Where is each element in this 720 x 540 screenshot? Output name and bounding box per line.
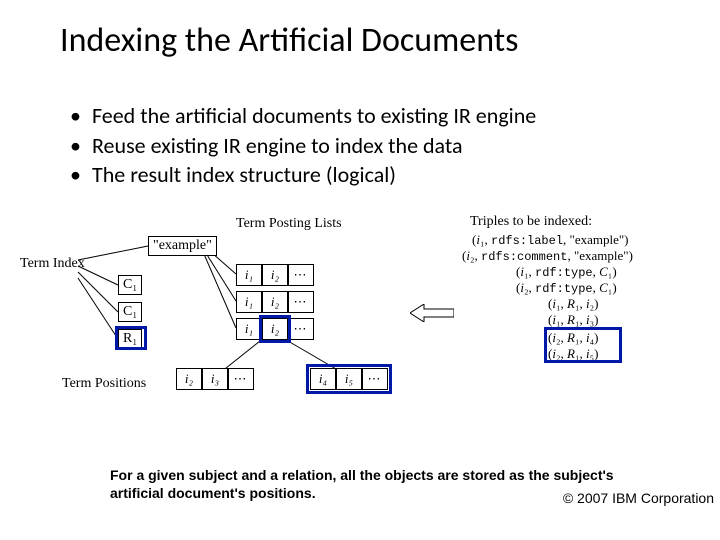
posting-lists-label: Term Posting Lists [236,216,342,232]
bullet-item: Reuse existing IR engine to index the da… [70,131,680,161]
posting-cell: ⋯ [288,291,314,313]
copyright-text: © 2007 IBM Corporation [563,490,714,506]
triple: (i₂, rdf:type, C₁) [516,280,617,296]
triple: (i₁, R₁, i₂) [548,296,599,312]
triple: (i₂, R₁, i₅) [548,346,599,362]
posting-cell: i₁ [236,318,262,340]
term-index-label: Term Index [20,256,85,272]
term-index-text: Term Index [20,256,85,271]
term-c1: C₁ [118,275,142,295]
position-cell: i₃ [202,368,228,390]
slide-title: Indexing the Artificial Documents [0,0,720,71]
term-c1b: C₁ [118,302,142,322]
caption-text: For a given subject and a relation, all … [110,467,640,502]
posting-cell: ⋯ [288,264,314,286]
bullet-item: The result index structure (logical) [70,160,680,190]
index-diagram: Term Index "example" C₁ C₁ R₁ Term Posti… [0,208,720,428]
posting-cell: i₂ [262,264,288,286]
arrow-left-icon [410,304,454,322]
triple: (i₁, rdfs:label, "example") [472,232,629,248]
term-r1: R₁ [118,329,142,349]
position-cell: ⋯ [362,368,388,390]
triple: (i₁, R₁, i₃) [548,312,599,328]
term-positions-label: Term Positions [62,376,146,392]
triple: (i₂, rdfs:comment, "example") [462,248,633,264]
posting-cell: i₂ [262,318,288,340]
term-example: "example" [148,236,217,256]
posting-cell: i₁ [236,291,262,313]
position-cell: ⋯ [228,368,254,390]
position-cell: i₅ [336,368,362,390]
posting-cell: i₂ [262,291,288,313]
triple: (i₁, rdf:type, C₁) [516,264,617,280]
posting-cell: ⋯ [288,318,314,340]
position-cell: i₂ [176,368,202,390]
position-cell: i₄ [310,368,336,390]
bullet-item: Feed the artificial documents to existin… [70,101,680,131]
bullet-list: Feed the artificial documents to existin… [0,71,720,200]
posting-cell: i₁ [236,264,262,286]
triples-header: Triples to be indexed: [470,214,592,230]
triple: (i₂, R₁, i₄) [548,330,599,346]
